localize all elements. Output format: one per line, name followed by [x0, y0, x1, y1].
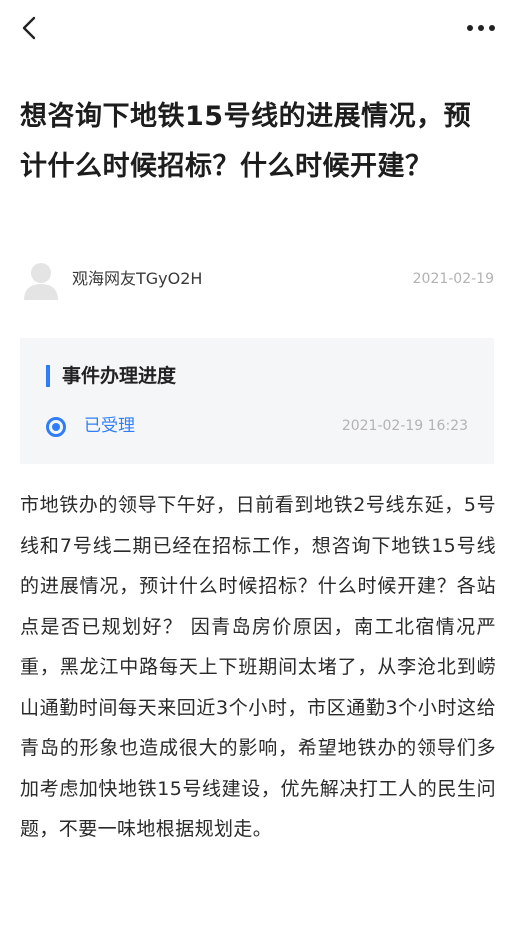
more-button[interactable]	[463, 12, 499, 44]
author-row: 观海网友TGyO2H 2021-02-19	[20, 258, 494, 302]
chevron-left-icon	[22, 16, 36, 40]
progress-heading: 事件办理进度	[62, 365, 177, 387]
article-body: 市地铁办的领导下午好，日前看到地铁2号线东延，5号线和7号线二期已经在招标工作，…	[20, 494, 496, 840]
status-time: 2021-02-19 16:23	[341, 418, 468, 434]
more-horizontal-icon	[467, 25, 495, 31]
author-name[interactable]: 观海网友TGyO2H	[72, 268, 202, 290]
avatar[interactable]	[22, 260, 60, 300]
status-label: 已受理	[84, 416, 135, 436]
progress-card: 事件办理进度 已受理 2021-02-19 16:23	[20, 338, 494, 464]
article-title: 想咨询下地铁15号线的进展情况，预计什么时候招标？什么时候开建？	[20, 101, 472, 182]
heading-accent-bar	[46, 365, 50, 387]
user-avatar-icon	[24, 263, 58, 300]
back-button[interactable]	[14, 12, 46, 44]
post-date: 2021-02-19	[412, 271, 494, 287]
nav-bar	[0, 0, 513, 56]
status-dot-icon	[46, 417, 66, 437]
